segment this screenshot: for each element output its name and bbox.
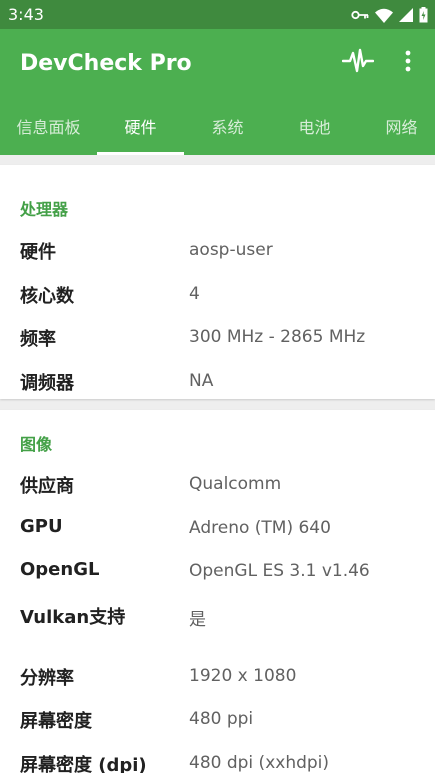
graphics-row-label: OpenGL	[20, 559, 100, 580]
tab-hardware[interactable]: 硬件	[97, 97, 184, 155]
processor-row-label: 频率	[20, 329, 56, 350]
tab-bar: 信息面板 硬件 系统 电池 网络	[0, 97, 435, 155]
graphics-section-title: 图像	[20, 435, 53, 454]
tab-battery[interactable]: 电池	[271, 97, 358, 155]
processor-card: 处理器 硬件 aosp-user 核心数 4 频率 300 MHz - 2865…	[0, 165, 435, 399]
tab-network[interactable]: 网络	[358, 97, 435, 155]
tab-dashboard[interactable]: 信息面板	[0, 97, 97, 155]
processor-row-value: aosp-user	[189, 240, 273, 260]
graphics-row-value: Adreno (TM) 640	[189, 518, 331, 538]
app-title: DevCheck Pro	[20, 51, 192, 76]
graphics-row-value: Qualcomm	[189, 474, 282, 494]
graphics-row-value: OpenGL ES 3.1 v1.46	[189, 561, 370, 581]
processor-row-value: 300 MHz - 2865 MHz	[189, 327, 366, 347]
graphics-row-value: 是	[189, 610, 206, 630]
key-icon	[351, 10, 369, 20]
graphics-row-label: GPU	[20, 516, 63, 537]
pulse-monitor-button[interactable]	[340, 45, 376, 81]
graphics-card: 图像 供应商 Qualcomm GPU Adreno (TM) 640 Open…	[0, 410, 435, 773]
graphics-row-label: 供应商	[20, 476, 74, 497]
graphics-row-label: 分辨率	[20, 668, 74, 689]
tab-system[interactable]: 系统	[184, 97, 271, 155]
graphics-row-label: 屏幕密度	[20, 711, 92, 732]
processor-row-value: 4	[189, 284, 200, 304]
app-bar: DevCheck Pro 信息面板 硬件 系统 电池 网络	[0, 29, 435, 155]
more-options-button[interactable]	[395, 45, 421, 81]
processor-row-value: NA	[189, 371, 214, 391]
status-bar: 3:43	[0, 0, 435, 29]
processor-row-label: 硬件	[20, 242, 56, 263]
processor-row-label: 调频器	[20, 373, 74, 394]
graphics-row-label: Vulkan支持	[20, 607, 126, 628]
processor-section-title: 处理器	[20, 200, 69, 219]
wifi-icon	[375, 8, 393, 23]
pulse-monitor-icon	[341, 48, 375, 78]
status-icons	[351, 6, 428, 24]
processor-row-label: 核心数	[20, 286, 74, 307]
more-vert-icon	[405, 50, 411, 76]
battery-icon	[419, 7, 428, 23]
graphics-row-value: 480 ppi	[189, 709, 254, 729]
graphics-row-value: 480 dpi (xxhdpi)	[189, 753, 330, 773]
graphics-row-label: 屏幕密度 (dpi)	[20, 755, 147, 773]
hardware-content[interactable]: 处理器 硬件 aosp-user 核心数 4 频率 300 MHz - 2865…	[0, 155, 435, 773]
status-time: 3:43	[8, 5, 44, 24]
graphics-row-value: 1920 x 1080	[189, 666, 297, 686]
cellular-signal-icon	[399, 8, 413, 22]
